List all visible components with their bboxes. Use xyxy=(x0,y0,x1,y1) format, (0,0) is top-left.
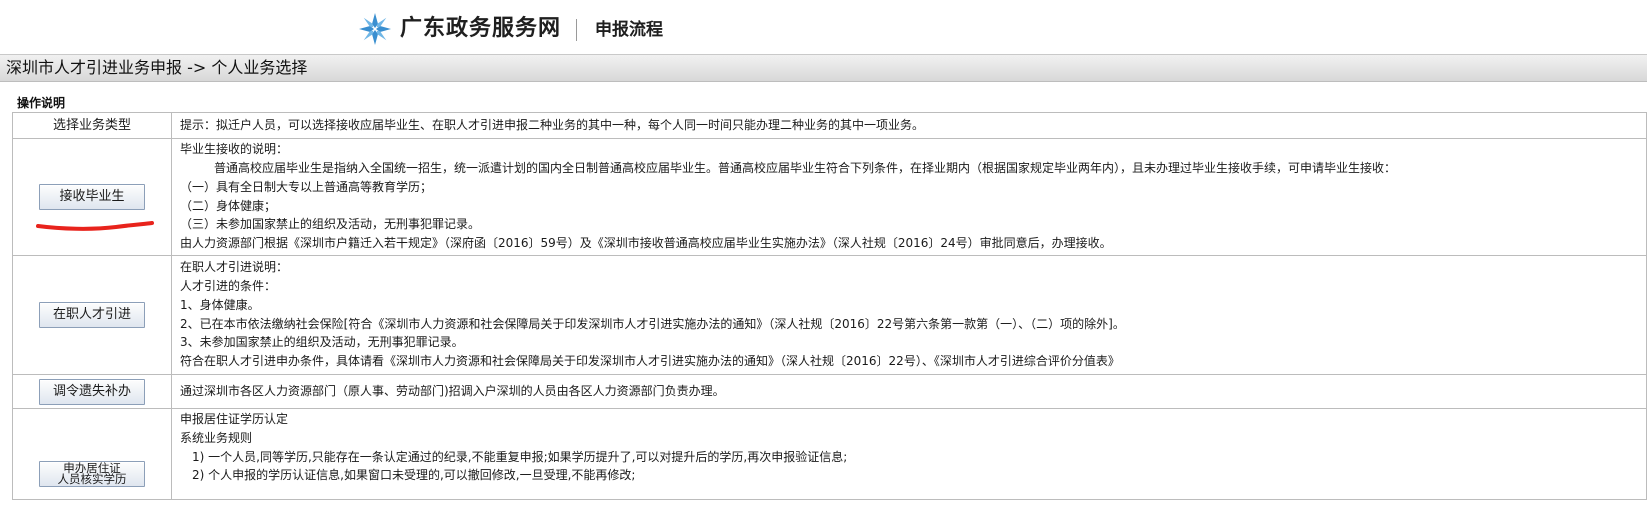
receive-graduate-button[interactable]: 接收毕业生 xyxy=(39,184,145,210)
site-header: 广东政务服务网 申报流程 xyxy=(0,0,1647,52)
row-description-cell: 提示：拟迁户人员，可以选择接收应届毕业生、在职人才引进申报二种业务的其中一种，每… xyxy=(171,112,1647,139)
row-description-cell: 在职人才引进说明： 人才引进的条件： 1、身体健康。 2、已在本市依法缴纳社会保… xyxy=(171,255,1647,375)
breadcrumb-bar: 深圳市人才引进业务申报 -> 个人业务选择 xyxy=(0,54,1647,82)
row-button-cell: 在职人才引进 xyxy=(12,255,172,375)
description-line: （二）身体健康； xyxy=(180,198,277,213)
button-label-line2: 人员核实学历 xyxy=(57,472,127,487)
row-label-cell: 选择业务类型 xyxy=(12,112,172,139)
description-line: 2、已在本市依法缴纳社会保险[符合《深圳市人力资源和社会保障局关于印发深圳市人才… xyxy=(180,316,1125,331)
description-line: 1、身体健康。 xyxy=(180,297,260,312)
description-line: 系统业务规则 xyxy=(180,430,253,445)
table-row: 选择业务类型 提示：拟迁户人员，可以选择接收应届毕业生、在职人才引进申报二种业务… xyxy=(12,112,1647,139)
description-line: （一）具有全日制大专以上普通高等教育学历； xyxy=(180,179,433,194)
row-button-cell: 申办居住证 人员核实学历 xyxy=(12,408,172,500)
table-row: 接收毕业生 毕业生接收的说明： 普通高校应届毕业生是指纳入全国统一招生，统一派遣… xyxy=(12,138,1647,256)
description-line: 通过深圳市各区人力资源部门（原人事、劳动部门)招调入户深圳的人员由各区人力资源部… xyxy=(180,383,725,398)
table-row: 申办居住证 人员核实学历 申报居住证学历认定 系统业务规则 1) 一个人员,同等… xyxy=(12,408,1647,500)
business-type-label: 选择业务类型 xyxy=(52,117,131,133)
header-separator xyxy=(576,19,577,41)
description-line: 由人力资源部门根据《深圳市户籍迁入若干规定》（深府函〔2016〕59号）及《深圳… xyxy=(180,236,1112,251)
site-brand: 广东政务服务网 xyxy=(400,16,562,41)
business-type-table-wrap: 选择业务类型 提示：拟迁户人员，可以选择接收应届毕业生、在职人才引进申报二种业务… xyxy=(12,112,1647,500)
description-line: 符合在职人才引进申办条件，具体请看《深圳市人力资源和社会保障局关于印发深圳市人才… xyxy=(180,354,1120,369)
description-line: 普通高校应届毕业生是指纳入全国统一招生，统一派遣计划的国内全日制普通高校应届毕业… xyxy=(214,160,1397,175)
description-line: 在职人才引进说明： xyxy=(180,260,289,275)
description-line: 3、未参加国家禁止的组织及活动，无刑事犯罪记录。 xyxy=(180,335,464,350)
row-description-cell: 毕业生接收的说明： 普通高校应届毕业生是指纳入全国统一招生，统一派遣计划的国内全… xyxy=(171,138,1647,256)
page-subtitle: 申报流程 xyxy=(595,20,663,40)
description-line: （三）未参加国家禁止的组织及活动，无刑事犯罪记录。 xyxy=(180,217,481,232)
row-button-cell: 接收毕业生 xyxy=(12,138,172,256)
business-type-table: 选择业务类型 提示：拟迁户人员，可以选择接收应届毕业生、在职人才引进申报二种业务… xyxy=(12,112,1647,500)
residence-permit-education-verify-button[interactable]: 申办居住证 人员核实学历 xyxy=(39,461,145,488)
description-line: 人才引进的条件： xyxy=(180,278,277,293)
talent-introduction-button[interactable]: 在职人才引进 xyxy=(39,302,145,328)
page: 广东政务服务网 申报流程 深圳市人才引进业务申报 -> 个人业务选择 操作说明 … xyxy=(0,0,1647,525)
row-description-cell: 通过深圳市各区人力资源部门（原人事、劳动部门)招调入户深圳的人员由各区人力资源部… xyxy=(171,374,1647,409)
breadcrumb: 深圳市人才引进业务申报 -> 个人业务选择 xyxy=(6,58,308,77)
table-row: 在职人才引进 在职人才引进说明： 人才引进的条件： 1、身体健康。 2、已在本市… xyxy=(12,255,1647,375)
row-description-cell: 申报居住证学历认定 系统业务规则 1) 一个人员,同等学历,只能存在一条认定通过… xyxy=(171,408,1647,500)
section-title: 操作说明 xyxy=(17,96,66,110)
description-line: 申报居住证学历认定 xyxy=(180,412,289,426)
description-line: 2) 个人申报的学历认证信息,如果窗口未受理的,可以撤回修改,一旦受理,不能再修… xyxy=(192,468,636,483)
gov-service-logo-icon xyxy=(359,13,391,45)
description-line: 毕业生接收的说明： xyxy=(180,142,289,157)
transfer-order-reissue-button[interactable]: 调令遗失补办 xyxy=(39,378,145,405)
table-row: 调令遗失补办 通过深圳市各区人力资源部门（原人事、劳动部门)招调入户深圳的人员由… xyxy=(12,374,1647,409)
description-line: 1) 一个人员,同等学历,只能存在一条认定通过的纪录,不能重复申报;如果学历提升… xyxy=(192,449,848,464)
row-button-cell: 调令遗失补办 xyxy=(12,374,172,409)
tip-text: 提示：拟迁户人员，可以选择接收应届毕业生、在职人才引进申报二种业务的其中一种，每… xyxy=(180,117,925,132)
